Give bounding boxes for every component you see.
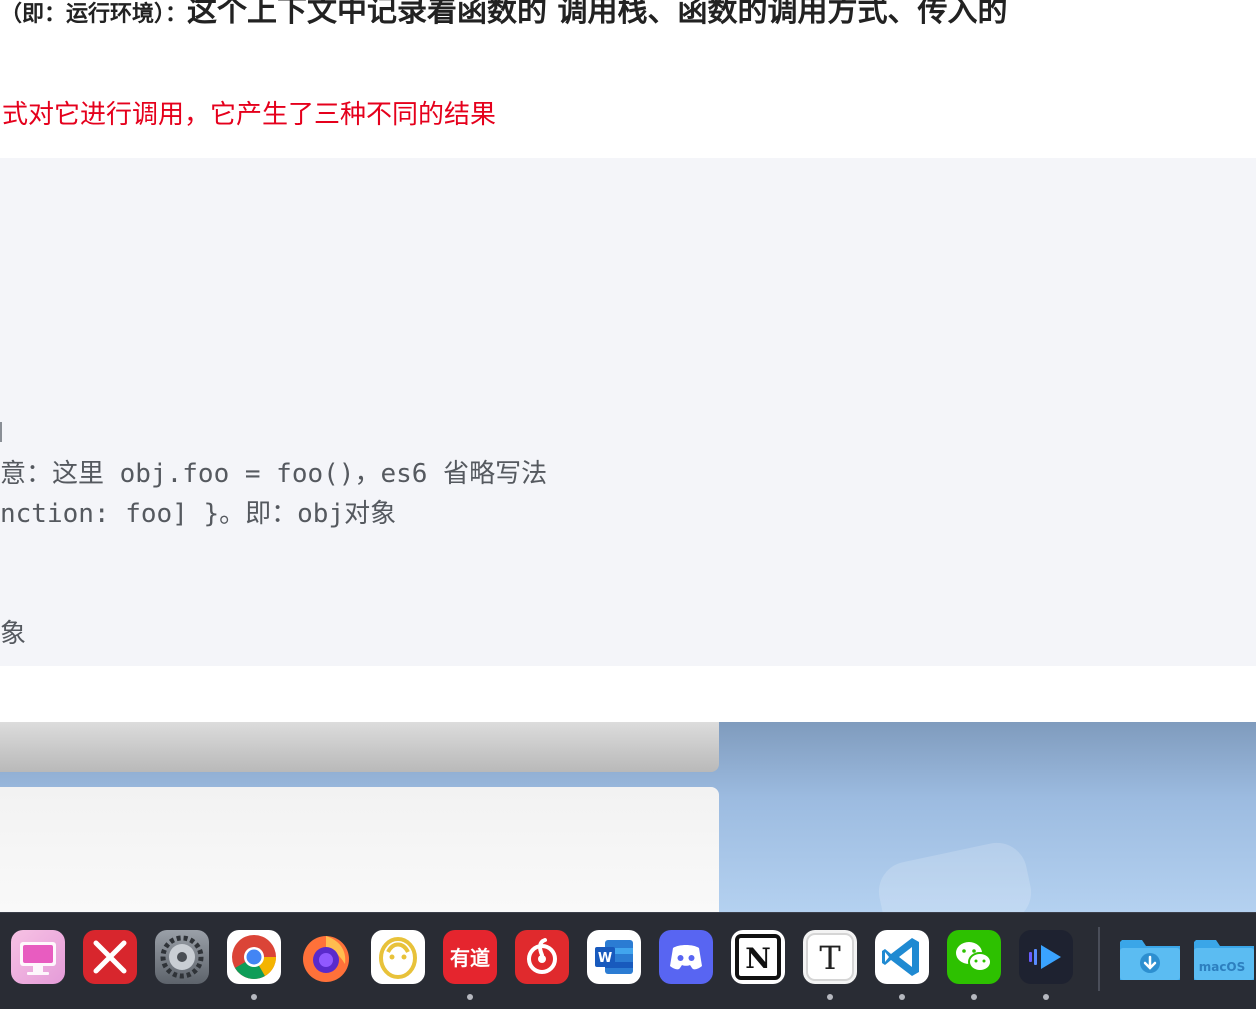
section-heading: （即：运行环境）：这个上下文中记录着函数的 调用栈、函数的调用方式、传入的 <box>0 0 1007 30</box>
firefox-icon[interactable] <box>299 930 353 984</box>
youdao-icon[interactable]: 有道 <box>443 930 497 984</box>
typora-icon[interactable]: T <box>803 930 857 984</box>
code-block[interactable]: 意：这里 obj.foo = foo()，es6 省略写法 nction: fo… <box>0 158 1256 666</box>
running-indicator <box>467 994 473 1000</box>
notion-label: N <box>745 942 771 975</box>
word-label: W <box>598 951 612 966</box>
word-icon[interactable]: W <box>587 930 641 984</box>
netease-music-icon[interactable] <box>515 930 569 984</box>
settings-gear-icon[interactable] <box>155 930 209 984</box>
dock-separator <box>1098 927 1100 991</box>
running-indicator <box>251 994 257 1000</box>
navicat-icon[interactable] <box>371 930 425 984</box>
infuse-play-icon[interactable] <box>1019 930 1073 984</box>
youdao-label: 有道 <box>450 946 490 970</box>
running-indicator <box>1043 994 1049 1000</box>
downloads-folder-icon[interactable] <box>1118 930 1182 984</box>
chrome-icon[interactable] <box>227 930 281 984</box>
vscode-icon[interactable] <box>875 930 929 984</box>
macos-folder-icon[interactable]: macOS <box>1192 930 1256 984</box>
heading-prefix: （即：运行环境）： <box>0 2 188 27</box>
code-line: 象 <box>0 619 27 649</box>
desktop-wallpaper <box>0 722 1256 912</box>
macos-folder-label: macOS <box>1199 960 1246 974</box>
running-indicator <box>899 994 905 1000</box>
discord-icon[interactable] <box>659 930 713 984</box>
code-line: 意：这里 obj.foo = foo()，es6 省略写法 <box>0 459 548 489</box>
running-indicator <box>971 994 977 1000</box>
running-indicator <box>827 994 833 1000</box>
background-window[interactable] <box>0 787 719 912</box>
notion-icon[interactable]: N <box>731 930 785 984</box>
text-cursor <box>0 422 2 442</box>
cleanmymac-icon[interactable] <box>11 930 65 984</box>
background-window[interactable] <box>0 722 719 772</box>
dock: 有道 W N T macOS <box>0 912 1256 1009</box>
highlight-text: 式对它进行调用，它产生了三种不同的结果 <box>2 100 497 130</box>
typora-label: T <box>819 939 841 977</box>
xmind-icon[interactable] <box>83 930 137 984</box>
document-view: （即：运行环境）：这个上下文中记录着函数的 调用栈、函数的调用方式、传入的 式对… <box>0 0 1256 722</box>
wallpaper-decoration <box>873 837 1037 912</box>
wechat-icon[interactable] <box>947 930 1001 984</box>
heading-text: 这个上下文中记录着函数的 调用栈、函数的调用方式、传入的 <box>187 0 1008 29</box>
code-line: nction: foo] }。即：obj对象 <box>0 499 397 529</box>
